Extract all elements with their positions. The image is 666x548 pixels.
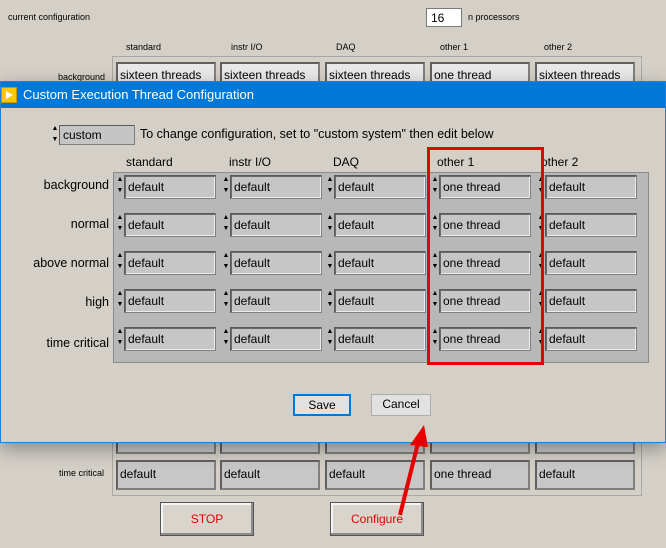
cell-time-critical-daq[interactable]: ▲ ▼ default [326,325,426,353]
cancel-button[interactable]: Cancel [371,394,431,416]
cell-high-daq[interactable]: ▲ ▼ default [326,287,426,315]
processors-label: n processors [468,12,520,22]
spinner-icon[interactable]: ▲ ▼ [326,213,334,235]
cell-high-standard[interactable]: ▲ ▼ default [116,287,216,315]
cell-background-other-2[interactable]: ▲ ▼ default [537,173,637,201]
cell-above-normal-standard[interactable]: ▲ ▼ default [116,249,216,277]
processors-count-field[interactable]: 16 [426,8,462,27]
bg-column-daq: DAQ [336,42,356,52]
cell-high-instr-io[interactable]: ▲ ▼ default [222,287,322,315]
spinner-icon[interactable]: ▲ ▼ [116,251,124,273]
config-spinner-icon[interactable]: ▲ ▼ [51,124,59,146]
labview-vi-icon [1,87,17,103]
thread-config-dialog: Custom Execution Thread Configuration ▲ ▼… [0,81,666,443]
spinner-icon[interactable]: ▲ ▼ [116,175,124,197]
row-label-high: high [85,295,109,309]
column-daq: DAQ [333,155,360,169]
bg-cell-time-critical-instr-io: default [220,460,320,490]
annotation-arrow-icon [398,425,428,516]
column-instr-io: instr I/O [229,155,272,169]
spinner-icon[interactable]: ▲ ▼ [326,289,334,311]
row-label-time-critical: time critical [46,336,109,350]
spinner-icon[interactable]: ▲ ▼ [222,289,230,311]
spinner-icon[interactable]: ▲ ▼ [222,175,230,197]
dialog-title: Custom Execution Thread Configuration [23,87,254,102]
config-hint: To change configuration, set to "custom … [140,127,494,141]
bg-column-standard: standard [126,42,162,52]
dialog-body: ▲ ▼ custom To change configuration, set t… [1,108,665,442]
row-label-background: background [43,178,109,192]
bg-cell-time-critical-other-2: default [535,460,635,490]
row-label-above-normal: above normal [33,256,109,270]
cell-time-critical-standard[interactable]: ▲ ▼ default [116,325,216,353]
spinner-icon[interactable]: ▲ ▼ [116,327,124,349]
cell-above-normal-daq[interactable]: ▲ ▼ default [326,249,426,277]
cell-normal-daq[interactable]: ▲ ▼ default [326,211,426,239]
dialog-titlebar[interactable]: Custom Execution Thread Configuration [1,82,665,108]
cell-background-instr-io[interactable]: ▲ ▼ default [222,173,322,201]
column-standard: standard [126,155,173,169]
bg-column-instr-io: instr I/O [231,42,263,52]
cell-time-critical-other-2[interactable]: ▲ ▼ default [537,325,637,353]
save-button[interactable]: Save [293,394,351,416]
cell-normal-standard[interactable]: ▲ ▼ default [116,211,216,239]
bg-column-other-2: other 2 [544,42,573,52]
cell-background-daq[interactable]: ▲ ▼ default [326,173,426,201]
bg-cell-time-critical-standard: default [116,460,216,490]
cell-normal-other-2[interactable]: ▲ ▼ default [537,211,637,239]
current-configuration-label: current configuration [8,12,91,22]
config-ring[interactable]: custom [59,125,135,145]
bg-column-other-1: other 1 [440,42,469,52]
bg-cell-time-critical-other-1: one thread [430,460,530,490]
cell-time-critical-instr-io[interactable]: ▲ ▼ default [222,325,322,353]
spinner-icon[interactable]: ▲ ▼ [116,213,124,235]
stop-button[interactable]: STOP [160,502,254,536]
spinner-icon[interactable]: ▲ ▼ [222,251,230,273]
cell-normal-instr-io[interactable]: ▲ ▼ default [222,211,322,239]
column-other-2: other 2 [541,155,579,169]
spinner-icon[interactable]: ▲ ▼ [222,213,230,235]
cell-above-normal-instr-io[interactable]: ▲ ▼ default [222,249,322,277]
cell-high-other-2[interactable]: ▲ ▼ default [537,287,637,315]
spinner-icon[interactable]: ▲ ▼ [326,175,334,197]
cell-background-standard[interactable]: ▲ ▼ default [116,173,216,201]
spinner-icon[interactable]: ▲ ▼ [222,327,230,349]
spinner-icon[interactable]: ▲ ▼ [326,251,334,273]
bg-row-time-critical-label: time critical [59,468,105,478]
row-label-normal: normal [70,217,109,231]
spinner-icon[interactable]: ▲ ▼ [116,289,124,311]
spinner-icon[interactable]: ▲ ▼ [326,327,334,349]
annotation-highlight-box [427,147,544,365]
cell-above-normal-other-2[interactable]: ▲ ▼ default [537,249,637,277]
